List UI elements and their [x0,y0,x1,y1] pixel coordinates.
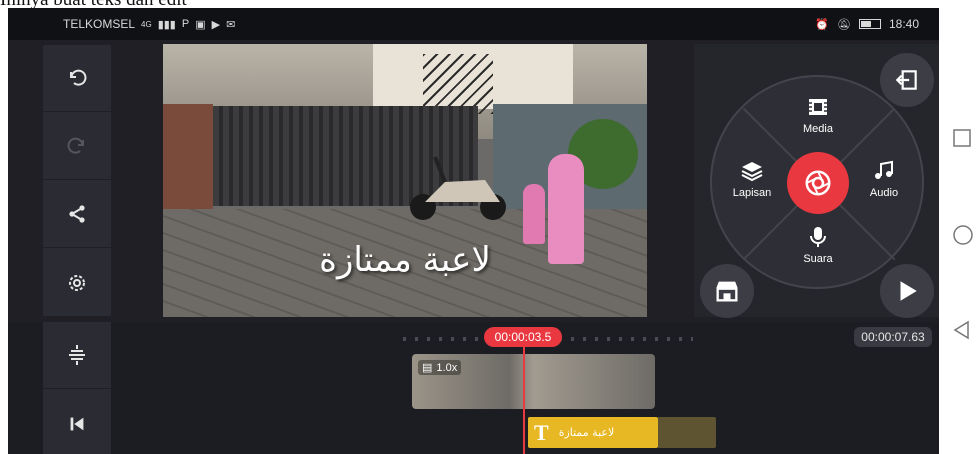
timeline-toolbar [43,322,111,454]
text-layer-clip[interactable]: T لاعبة ممتازة [528,417,658,448]
music-icon [875,160,893,179]
edit-toolbar [43,45,111,316]
play-icon [900,281,917,301]
signal-icon: ▮▮▮ [157,18,176,31]
network-label: 4G [141,19,152,29]
screenshot: Ininya buat teks dan edit TELKOMSEL 4G ▮… [0,0,979,454]
parking-icon: P [181,18,190,30]
back-triangle-icon [953,320,969,340]
home-button[interactable] [952,224,974,246]
media-button[interactable]: Media [783,95,853,135]
settings-icon [69,274,85,291]
mute-icon: 🔕︎ [837,18,851,31]
share-icon [69,205,85,223]
store-icon [716,281,738,302]
settings-button[interactable] [43,249,111,316]
exit-icon [895,70,917,90]
play-button[interactable] [880,264,934,318]
square-icon [953,129,971,147]
jump-to-start-button[interactable] [43,390,111,454]
film-icon: ▤ [422,362,433,374]
battery-icon [858,19,881,29]
mail-icon: ✉ [226,18,236,31]
status-bar: TELKOMSEL 4G ▮▮▮ P ▣ ▶ ✉ ⏰ 🔕︎ 18:40 [8,8,939,40]
playhead[interactable] [523,342,525,454]
asset-store-button[interactable] [700,264,754,318]
record-button[interactable] [787,152,849,214]
timeline-panel: 00:00:03.5 00:00:07.63 ▤ 1.0x T لاعبة مم… [8,322,939,454]
gallery-icon: ▣ [195,18,206,31]
voice-button[interactable]: Suara [783,225,853,265]
redo-button[interactable] [43,113,111,180]
video-icon: ▶ [211,18,221,31]
back-button[interactable] [952,320,972,340]
timeline-expand-button[interactable] [43,322,111,389]
layers-button[interactable]: Lapisan [717,159,787,199]
video-preview[interactable]: لاعبة ممتازة [163,44,647,317]
clock-label: 18:40 [888,17,919,31]
media-wheel: Media Lapisan Audio Suara [710,75,924,289]
undo-button[interactable] [43,45,111,112]
clip-speed-badge: ▤ 1.0x [418,360,462,375]
text-layer-extension [658,417,716,448]
overlay-text[interactable]: لاعبة ممتازة [163,240,647,280]
motorcycle-image [410,156,506,220]
navigation-bar [939,0,979,454]
undo-icon [70,69,87,86]
layers-icon [741,162,763,182]
audio-button[interactable]: Audio [849,159,919,199]
text-layer-label: لاعبة ممتازة [558,426,615,439]
video-clip[interactable]: ▤ 1.0x [412,354,655,409]
skip-start-icon [70,417,84,430]
camera-shutter-icon [805,170,831,196]
redo-icon [67,137,84,154]
child-image [523,184,545,244]
alarm-icon: ⏰ [815,18,829,31]
media-icon [809,99,827,115]
total-duration: 00:00:07.63 [854,327,932,347]
circle-icon [953,225,973,245]
microphone-icon [810,227,826,247]
phone-screen: TELKOMSEL 4G ▮▮▮ P ▣ ▶ ✉ ⏰ 🔕︎ 18:40 لاعب… [8,8,939,454]
exit-button[interactable] [880,53,934,107]
recents-button[interactable] [952,128,972,148]
share-button[interactable] [43,181,111,248]
expand-vertical-icon [69,345,85,365]
carrier-label: TELKOMSEL [63,17,136,31]
text-icon: T [534,419,549,445]
